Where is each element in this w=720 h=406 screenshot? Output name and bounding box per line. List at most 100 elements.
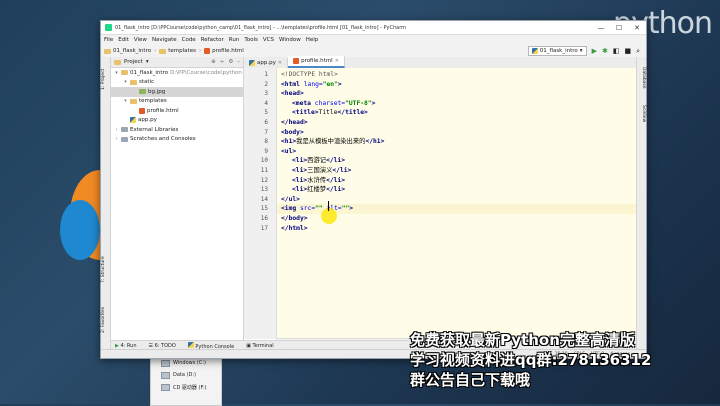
code-line[interactable]: <h1>我是从模板中渲染出来的</h1> — [277, 137, 636, 147]
run-configuration-select[interactable]: 01_flask_intro ▾ — [527, 46, 587, 56]
menu-tools[interactable]: Tools — [244, 37, 258, 43]
line-number: 2 — [264, 80, 268, 88]
run-icon[interactable]: ▶ — [592, 47, 597, 55]
promo-line-1: 免费获取最新Python完整高清版 — [410, 331, 635, 349]
tab-profile-html[interactable]: profile.html ✕ — [288, 56, 345, 68]
code-token: <li> — [292, 166, 308, 174]
code-line[interactable]: <li>水浒传</li> — [277, 176, 636, 186]
tree-item[interactable]: bg.jpg — [111, 87, 243, 97]
tool-run[interactable]: ▶ 4: Run — [115, 343, 137, 349]
menu-file[interactable]: File — [104, 37, 113, 43]
menu-code[interactable]: Code — [182, 37, 196, 43]
code-token: > — [371, 99, 376, 107]
menu-edit[interactable]: Edit — [118, 37, 129, 43]
menu-view[interactable]: View — [134, 37, 147, 43]
menu-vcs[interactable]: VCS — [263, 37, 274, 43]
close-icon[interactable]: ✕ — [278, 60, 282, 66]
tree-item-label: Scratches and Consoles — [130, 136, 196, 143]
line-number: 15 — [260, 205, 268, 213]
code-line[interactable]: </html> — [277, 224, 636, 234]
tool-tab-structure[interactable]: 7: Structure — [101, 247, 110, 292]
tool-tab-sciview[interactable]: SciView — [637, 99, 646, 129]
python-file-icon — [130, 117, 136, 124]
toolbar-right: 01_flask_intro ▾ ▶ ✱ ◧ ■ ⌕ — [527, 46, 646, 56]
menu-run[interactable]: Run — [229, 37, 240, 43]
code-line[interactable]: </head> — [277, 118, 636, 128]
code-line[interactable]: <body> — [277, 128, 636, 138]
drive-item[interactable]: CD 驱动器 (F:) — [151, 381, 221, 393]
code-line[interactable]: </ul> — [277, 195, 636, 205]
breadcrumb-templates[interactable]: templates — [159, 48, 196, 54]
menu-help[interactable]: Help — [306, 37, 319, 43]
tool-tab-database[interactable]: Database — [637, 61, 646, 95]
coverage-icon[interactable]: ◧ — [613, 47, 620, 55]
tool-tab-favorites[interactable]: 2: Favorites — [101, 297, 110, 342]
menu-refactor[interactable]: Refactor — [201, 37, 224, 43]
tree-item-label: app.py — [138, 117, 157, 124]
code-token: </head> — [281, 118, 308, 126]
close-icon[interactable]: ✕ — [335, 58, 339, 64]
line-number: 7 — [264, 128, 268, 136]
line-number: 13 — [260, 186, 268, 194]
chevron-down-icon[interactable]: ▾ — [146, 59, 149, 65]
code-line[interactable]: <html lang="en"> — [277, 80, 636, 90]
gear-icon[interactable]: ⚙ — [228, 59, 233, 65]
code-line[interactable]: <title>Title</title> — [277, 108, 636, 118]
code-line[interactable]: <!DOCTYPE html> — [277, 70, 636, 80]
menu-bar: File Edit View Navigate Code Refactor Ru… — [101, 35, 646, 45]
tree-item-label: profile.html — [147, 107, 179, 114]
minimize-button[interactable]: — — [592, 24, 610, 32]
breadcrumb-file[interactable]: profile.html — [204, 48, 244, 54]
line-number: 9 — [264, 147, 268, 155]
maximize-button[interactable]: ☐ — [610, 24, 628, 32]
project-path: D:\PP\Course\code\python — [170, 69, 242, 76]
search-icon[interactable]: ⌕ — [636, 47, 640, 55]
code-line[interactable]: <li>西游记</li> — [277, 156, 636, 166]
tree-item-label: static — [139, 79, 155, 86]
code-token: <li> — [292, 157, 308, 165]
locate-icon[interactable]: ⊕ — [211, 59, 216, 65]
code-token: src= — [299, 205, 316, 213]
tree-item[interactable]: › External Libraries — [111, 125, 243, 135]
code-token: > — [337, 80, 342, 88]
menu-window[interactable]: Window — [279, 37, 301, 43]
code-line[interactable]: <head> — [277, 89, 636, 99]
code-token: <li> — [292, 186, 308, 194]
chevron-icon: ▾ — [124, 98, 127, 105]
close-button[interactable]: ✕ — [628, 24, 646, 32]
tree-item[interactable]: ▾ 01_flask_intro D:\PP\Course\code\python — [111, 68, 243, 78]
file-explorer-panel: Windows (C:) Data (D:) CD 驱动器 (F:) — [150, 356, 222, 406]
code-area[interactable]: 1 2 3 4 5 6 7 8 9 10 11 12 13 14 15 16 17 <!DOCTYPE html… — [244, 68, 636, 339]
tree-item[interactable]: ▾ static — [111, 78, 243, 88]
tree-item[interactable]: app.py — [111, 116, 243, 126]
tool-tab-project[interactable]: 1: Project — [101, 59, 110, 99]
drive-item[interactable]: Data (D:) — [151, 369, 221, 381]
code-token: Title — [318, 109, 338, 117]
collapse-icon[interactable]: ÷ — [220, 59, 225, 65]
hide-icon[interactable]: – — [237, 59, 240, 65]
line-number: 3 — [264, 90, 268, 98]
right-tool-strip: Database SciView — [636, 57, 646, 349]
line-number: 14 — [260, 195, 268, 203]
tree-item[interactable]: profile.html — [111, 106, 243, 116]
chevron-icon: ▾ — [124, 79, 127, 86]
code-line[interactable]: <meta charset="UTF-8"> — [277, 99, 636, 109]
code-token: <title> — [292, 109, 319, 117]
tree-item[interactable]: › Scratches and Consoles — [111, 135, 243, 145]
code-line[interactable]: <ul> — [277, 147, 636, 157]
drive-icon — [161, 371, 170, 379]
folder-icon — [130, 98, 137, 104]
tool-todo[interactable]: ☰ 6: TODO — [149, 343, 176, 349]
code-line[interactable]: <li>三国演义</li> — [277, 166, 636, 176]
stop-icon[interactable]: ■ — [624, 47, 631, 55]
tool-terminal[interactable]: ▣ Terminal — [246, 343, 273, 349]
terminal-icon: ▣ — [246, 342, 251, 349]
debug-icon[interactable]: ✱ — [602, 47, 608, 55]
tab-app-py[interactable]: app.py ✕ — [244, 58, 289, 68]
breadcrumb-project[interactable]: 01_flask_intro — [104, 48, 151, 54]
menu-navigate[interactable]: Navigate — [152, 37, 177, 43]
html-file-icon — [204, 48, 211, 54]
code-line[interactable]: <li>红楼梦</li> — [277, 185, 636, 195]
tree-item[interactable]: ▾ templates — [111, 97, 243, 107]
code-text[interactable]: <!DOCTYPE html> <html lang="en"> <head> <me… — [277, 68, 636, 339]
